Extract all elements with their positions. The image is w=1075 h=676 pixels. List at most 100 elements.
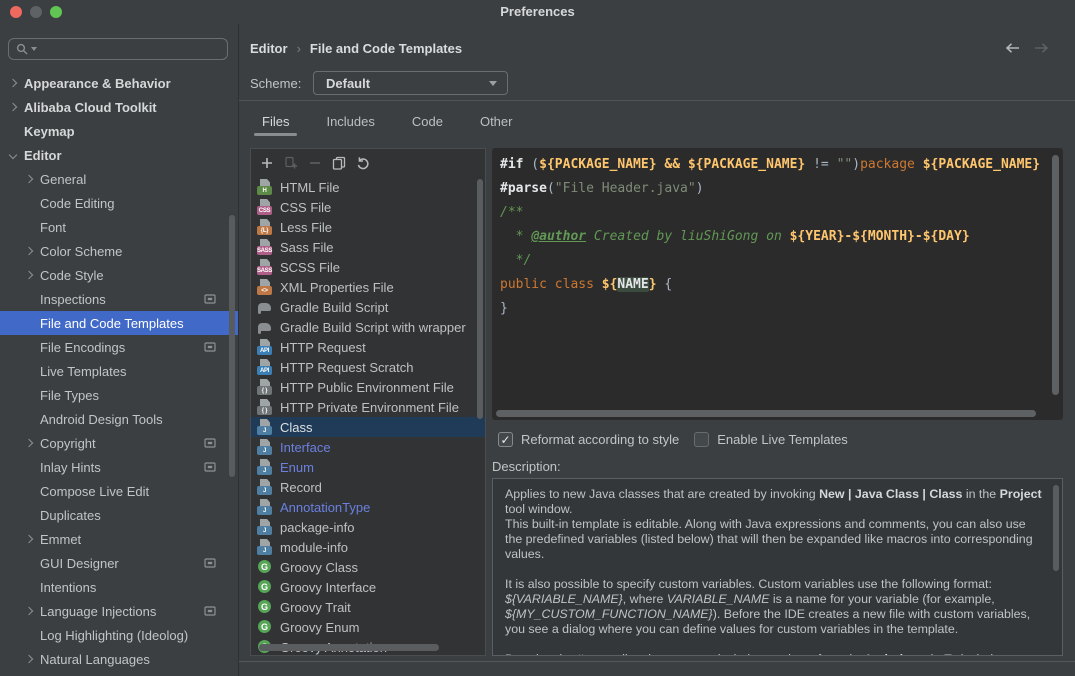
sidebar-item-android-design-tools[interactable]: Android Design Tools bbox=[0, 407, 238, 431]
template-item-less-file[interactable]: {L}Less File bbox=[251, 217, 485, 237]
sidebar-item-file-types[interactable]: File Types bbox=[0, 383, 238, 407]
sidebar-item-inlay-hints[interactable]: Inlay Hints bbox=[0, 455, 238, 479]
template-item-interface[interactable]: JInterface bbox=[251, 437, 485, 457]
template-item-enum[interactable]: JEnum bbox=[251, 457, 485, 477]
template-item-groovy-trait[interactable]: GGroovy Trait bbox=[251, 597, 485, 617]
chevron-right-icon[interactable] bbox=[25, 607, 33, 615]
template-list-horizontal-scrollbar[interactable] bbox=[259, 644, 439, 651]
template-item-label: SCSS File bbox=[280, 260, 340, 275]
sidebar-item-editor[interactable]: Editor bbox=[0, 143, 238, 167]
unchecked-checkbox[interactable] bbox=[694, 432, 709, 447]
editor-horizontal-scrollbar[interactable] bbox=[496, 410, 1036, 417]
template-item-groovy-enum[interactable]: GGroovy Enum bbox=[251, 617, 485, 637]
sass-file-icon: SASS bbox=[257, 239, 273, 255]
template-item-annotationtype[interactable]: JAnnotationType bbox=[251, 497, 485, 517]
scheme-select[interactable]: Default bbox=[313, 71, 508, 95]
sidebar-item-font[interactable]: Font bbox=[0, 215, 238, 239]
sidebar-item-alibaba-cloud-toolkit[interactable]: Alibaba Cloud Toolkit bbox=[0, 95, 238, 119]
scss-file-icon: SASS bbox=[257, 259, 273, 275]
template-item-groovy-interface[interactable]: GGroovy Interface bbox=[251, 577, 485, 597]
template-item-class[interactable]: JClass bbox=[251, 417, 485, 437]
chevron-right-icon[interactable] bbox=[9, 103, 17, 111]
sidebar-item-log-highlighting-ideolog[interactable]: Log Highlighting (Ideolog) bbox=[0, 623, 238, 647]
template-item-label: HTTP Request Scratch bbox=[280, 360, 413, 375]
copy-template-button[interactable] bbox=[332, 156, 346, 170]
chevron-right-icon[interactable] bbox=[25, 175, 33, 183]
forward-button[interactable] bbox=[1033, 41, 1050, 55]
sidebar-item-code-editing[interactable]: Code Editing bbox=[0, 191, 238, 215]
tab-other[interactable]: Other bbox=[472, 112, 521, 131]
sidebar-item-duplicates[interactable]: Duplicates bbox=[0, 503, 238, 527]
sidebar-item-gui-designer[interactable]: GUI Designer bbox=[0, 551, 238, 575]
template-item-label: AnnotationType bbox=[280, 500, 370, 515]
sidebar-item-label: Live Templates bbox=[40, 364, 126, 379]
sidebar-item-general[interactable]: General bbox=[0, 167, 238, 191]
template-item-package-info[interactable]: Jpackage-info bbox=[251, 517, 485, 537]
tab-files[interactable]: Files bbox=[254, 112, 297, 131]
code-line: } bbox=[500, 297, 1047, 321]
template-item-gradle-build-script-with-wrapper[interactable]: Gradle Build Script with wrapper bbox=[251, 317, 485, 337]
template-item-groovy-class[interactable]: GGroovy Class bbox=[251, 557, 485, 577]
template-item-gradle-build-script[interactable]: Gradle Build Script bbox=[251, 297, 485, 317]
sidebar-item-copyright[interactable]: Copyright bbox=[0, 431, 238, 455]
sidebar-item-code-style[interactable]: Code Style bbox=[0, 263, 238, 287]
template-list-vertical-scrollbar[interactable] bbox=[477, 179, 483, 419]
search-history-caret-icon[interactable] bbox=[31, 47, 37, 51]
sidebar-item-emmet[interactable]: Emmet bbox=[0, 527, 238, 551]
breadcrumb-editor[interactable]: Editor bbox=[250, 41, 288, 56]
sidebar-item-inspections[interactable]: Inspections bbox=[0, 287, 238, 311]
template-item-xml-properties-file[interactable]: <>XML Properties File bbox=[251, 277, 485, 297]
chevron-right-icon[interactable] bbox=[25, 535, 33, 543]
editor-vertical-scrollbar[interactable] bbox=[1052, 155, 1059, 395]
sidebar-item-language-injections[interactable]: Language Injections bbox=[0, 599, 238, 623]
sidebar-item-keymap[interactable]: Keymap bbox=[0, 119, 238, 143]
sidebar-item-color-scheme[interactable]: Color Scheme bbox=[0, 239, 238, 263]
template-item-label: Groovy Interface bbox=[280, 580, 376, 595]
groovy-file-icon: G bbox=[257, 619, 273, 635]
option-reformat-according-to-style: ✓Reformat according to style bbox=[498, 432, 679, 447]
template-item-http-public-environment-file[interactable]: { }HTTP Public Environment File bbox=[251, 377, 485, 397]
sidebar-item-appearance-behavior[interactable]: Appearance & Behavior bbox=[0, 71, 238, 95]
template-item-sass-file[interactable]: SASSSass File bbox=[251, 237, 485, 257]
history-navigation bbox=[1004, 41, 1050, 55]
chevron-right-icon[interactable] bbox=[25, 271, 33, 279]
sidebar-item-file-and-code-templates[interactable]: File and Code Templates bbox=[0, 311, 238, 335]
css-file-icon: CSS bbox=[257, 199, 273, 215]
template-item-http-request[interactable]: APIHTTP Request bbox=[251, 337, 485, 357]
settings-search-field[interactable] bbox=[8, 38, 228, 60]
sidebar-item-intentions[interactable]: Intentions bbox=[0, 575, 238, 599]
chevron-right-icon[interactable] bbox=[25, 655, 33, 663]
checked-checkbox[interactable]: ✓ bbox=[498, 432, 513, 447]
description-scrollbar[interactable] bbox=[1053, 485, 1059, 571]
tab-includes[interactable]: Includes bbox=[318, 112, 382, 131]
description-panel: Applies to new Java classes that are cre… bbox=[492, 478, 1063, 656]
template-item-module-info[interactable]: Jmodule-info bbox=[251, 537, 485, 557]
sidebar-item-label: File Types bbox=[40, 388, 99, 403]
tab-code[interactable]: Code bbox=[404, 112, 451, 131]
groovy-file-icon: G bbox=[257, 599, 273, 615]
description-paragraph: Applies to new Java classes that are cre… bbox=[505, 487, 1044, 517]
template-item-http-request-scratch[interactable]: APIHTTP Request Scratch bbox=[251, 357, 485, 377]
chevron-right-icon[interactable] bbox=[25, 439, 33, 447]
sidebar-scrollbar[interactable] bbox=[229, 215, 235, 477]
template-item-scss-file[interactable]: SASS SCSS File bbox=[251, 257, 485, 277]
sidebar-item-file-encodings[interactable]: File Encodings bbox=[0, 335, 238, 359]
add-template-button[interactable] bbox=[260, 156, 274, 170]
sidebar-item-compose-live-edit[interactable]: Compose Live Edit bbox=[0, 479, 238, 503]
template-item-label: Class bbox=[280, 420, 313, 435]
template-item-html-file[interactable]: HHTML File bbox=[251, 177, 485, 197]
reset-to-default-button[interactable] bbox=[356, 156, 370, 170]
template-item-http-private-environment-file[interactable]: { }HTTP Private Environment File bbox=[251, 397, 485, 417]
chevron-right-icon[interactable] bbox=[9, 79, 17, 87]
template-item-css-file[interactable]: CSS CSS File bbox=[251, 197, 485, 217]
back-button[interactable] bbox=[1004, 41, 1021, 55]
sidebar-item-live-templates[interactable]: Live Templates bbox=[0, 359, 238, 383]
sidebar-item-natural-languages[interactable]: Natural Languages bbox=[0, 647, 238, 671]
chevron-down-icon[interactable] bbox=[9, 151, 17, 159]
chevron-right-icon[interactable] bbox=[25, 247, 33, 255]
sidebar-item-label: Color Scheme bbox=[40, 244, 122, 259]
template-item-label: CSS File bbox=[280, 200, 331, 215]
template-editor[interactable]: #if (${PACKAGE_NAME} && ${PACKAGE_NAME} … bbox=[492, 148, 1063, 420]
editor-config-icon bbox=[204, 606, 216, 616]
template-item-record[interactable]: JRecord bbox=[251, 477, 485, 497]
